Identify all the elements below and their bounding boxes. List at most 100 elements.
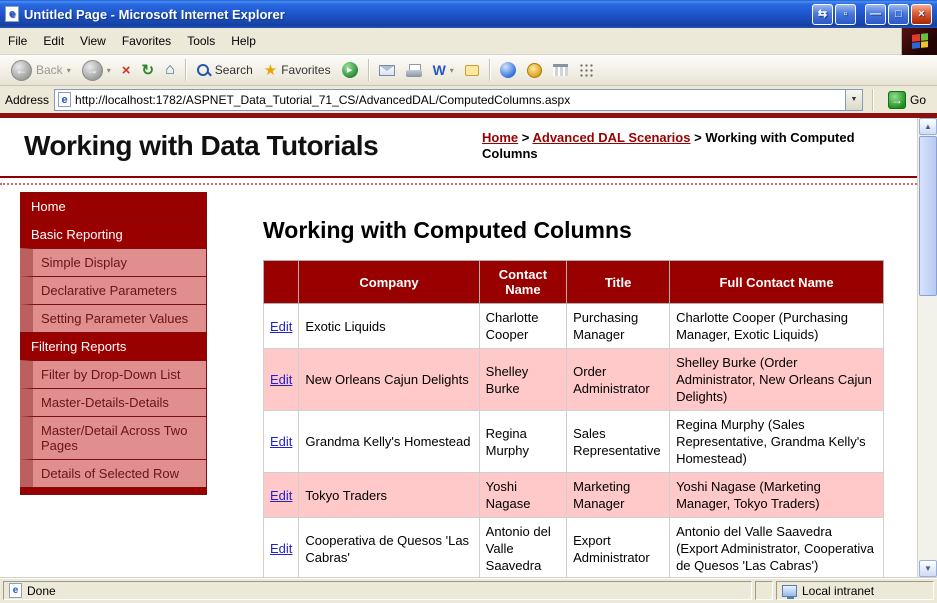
address-dropdown-button[interactable]: ▼ (844, 89, 862, 110)
refresh-button[interactable]: ↻ (136, 58, 159, 82)
vertical-scrollbar[interactable]: ▲ ▼ (917, 118, 937, 577)
table-row: Edit Exotic Liquids Charlotte Cooper Pur… (262, 303, 884, 349)
sidebar-item-details-of-selected-row[interactable]: Details of Selected Row (20, 459, 207, 488)
building-icon (552, 64, 568, 76)
print-button[interactable] (401, 61, 427, 80)
toolbar-extra-button-1[interactable]: ⇆ (812, 3, 833, 25)
edit-link[interactable]: Edit (270, 372, 292, 387)
forward-button[interactable]: → ▾ (77, 57, 116, 84)
breadcrumb-section-link[interactable]: Advanced DAL Scenarios (532, 130, 690, 145)
address-input[interactable] (71, 92, 845, 107)
menu-tools[interactable]: Tools (179, 29, 223, 53)
close-button[interactable]: × (911, 3, 932, 25)
go-arrow-icon: → (887, 90, 906, 109)
minimize-icon: — (870, 7, 881, 20)
title-bar: e Untitled Page - Microsoft Internet Exp… (0, 0, 937, 28)
sidebar-item-filtering-reports[interactable]: Filtering Reports (20, 332, 207, 361)
cell-title: Sales Representative (566, 410, 671, 473)
scroll-down-button[interactable]: ▼ (919, 560, 937, 577)
address-separator (871, 88, 873, 111)
edit-dropdown-icon: ▾ (449, 65, 454, 75)
edit-link[interactable]: Edit (270, 319, 292, 334)
table-row: Edit Cooperativa de Quesos 'Las Cabras' … (262, 517, 884, 577)
favorites-button[interactable]: ★ Favorites (259, 58, 336, 82)
page-title: Working with Computed Columns (263, 217, 632, 243)
forward-dropdown-icon: ▾ (106, 65, 111, 75)
stop-button[interactable]: × (117, 59, 136, 82)
discuss-button[interactable] (460, 62, 484, 79)
sidebar-item-setting-parameter-values[interactable]: Setting Parameter Values (20, 304, 207, 333)
cell-full-name: Shelley Burke (Order Administrator, New … (669, 348, 884, 411)
media-button[interactable]: ▶ (337, 59, 363, 81)
favorites-label: Favorites (281, 63, 331, 77)
breadcrumb-separator: > (521, 130, 530, 145)
sidebar-item-master-details-details[interactable]: Master-Details-Details (20, 388, 207, 417)
window-title: Untitled Page - Microsoft Internet Explo… (24, 6, 285, 22)
table-row: Edit Grandma Kelly's Homestead Regina Mu… (262, 410, 884, 473)
mail-button[interactable] (374, 62, 400, 79)
menu-favorites[interactable]: Favorites (114, 29, 179, 53)
sidebar-item-master-detail-across-two-pages[interactable]: Master/Detail Across Two Pages (20, 416, 207, 460)
menu-edit[interactable]: Edit (35, 29, 72, 53)
chevron-down-icon: ▼ (850, 96, 858, 103)
status-progress-pane (755, 581, 773, 600)
page-icon: e (58, 92, 72, 107)
cell-contact: Yoshi Nagase (478, 472, 568, 518)
cell-full-name: Regina Murphy (Sales Representative, Gra… (669, 410, 884, 473)
sidebar-item-partial[interactable] (20, 487, 207, 495)
toolbar-separator (367, 59, 369, 81)
address-field: e ▼ (54, 88, 863, 111)
menu-view[interactable]: View (72, 29, 114, 53)
cell-contact: Regina Murphy (478, 410, 568, 473)
scroll-up-button[interactable]: ▲ (919, 118, 937, 135)
table-header-company: Company (298, 260, 480, 304)
table-header-contact: Contact Name (478, 260, 568, 304)
refresh-icon: ↻ (141, 62, 155, 79)
table-row: Edit New Orleans Cajun Delights Shelley … (262, 348, 884, 411)
status-page-icon: e (9, 583, 22, 598)
menu-file[interactable]: File (0, 29, 35, 53)
grid-button[interactable] (574, 60, 599, 80)
coins-icon (526, 62, 542, 78)
maximize-button[interactable]: □ (888, 3, 909, 25)
sidebar-item-declarative-parameters[interactable]: Declarative Parameters (20, 276, 207, 305)
sidebar-item-simple-display[interactable]: Simple Display (20, 248, 207, 277)
edit-link[interactable]: Edit (270, 488, 292, 503)
scrollbar-thumb[interactable] (919, 136, 937, 296)
table-header-full: Full Contact Name (669, 260, 884, 304)
media-icon: ▶ (341, 62, 358, 78)
breadcrumb-home-link[interactable]: Home (482, 130, 518, 145)
home-button[interactable]: ⌂ (160, 58, 180, 82)
cell-contact: Antonio del Valle Saavedra (478, 517, 568, 577)
edit-button[interactable]: W ▾ (428, 59, 459, 81)
back-button[interactable]: ← Back ▾ (6, 57, 76, 84)
breadcrumb: Home > Advanced DAL Scenarios > Working … (482, 130, 887, 162)
go-button[interactable]: → Go (882, 90, 932, 110)
home-icon: ⌂ (165, 61, 175, 78)
minimize-button[interactable]: — (865, 3, 886, 25)
swap-icon: ⇆ (817, 7, 828, 20)
menu-help[interactable]: Help (223, 29, 264, 53)
back-dropdown-icon: ▾ (66, 65, 71, 75)
close-icon: × (918, 7, 925, 20)
research-button[interactable] (548, 61, 573, 79)
forward-icon: → (81, 59, 103, 81)
sidebar-item-basic-reporting[interactable]: Basic Reporting (20, 220, 207, 249)
window-icon: e (5, 6, 19, 22)
grid-icon (578, 63, 594, 77)
menu-bar: File Edit View Favorites Tools Help (0, 27, 937, 55)
sidebar-item-filter-by-dropdown-list[interactable]: Filter by Drop-Down List (20, 360, 207, 389)
edit-link[interactable]: Edit (270, 434, 292, 449)
status-main-pane: e Done (3, 581, 752, 600)
messenger-button[interactable] (495, 59, 521, 81)
table-header-edit (262, 260, 300, 304)
edit-link[interactable]: Edit (270, 541, 292, 556)
cell-contact: Shelley Burke (478, 348, 568, 411)
toolbar-extra-button-2[interactable]: ▫ (835, 3, 856, 25)
currency-button[interactable] (522, 60, 547, 81)
site-header: Working with Data Tutorials Home > Advan… (0, 118, 917, 176)
status-zone-pane: Local intranet (776, 581, 934, 600)
search-button[interactable]: Search (191, 60, 258, 81)
sidebar-item-home[interactable]: Home (20, 192, 207, 221)
go-label: Go (909, 92, 926, 107)
